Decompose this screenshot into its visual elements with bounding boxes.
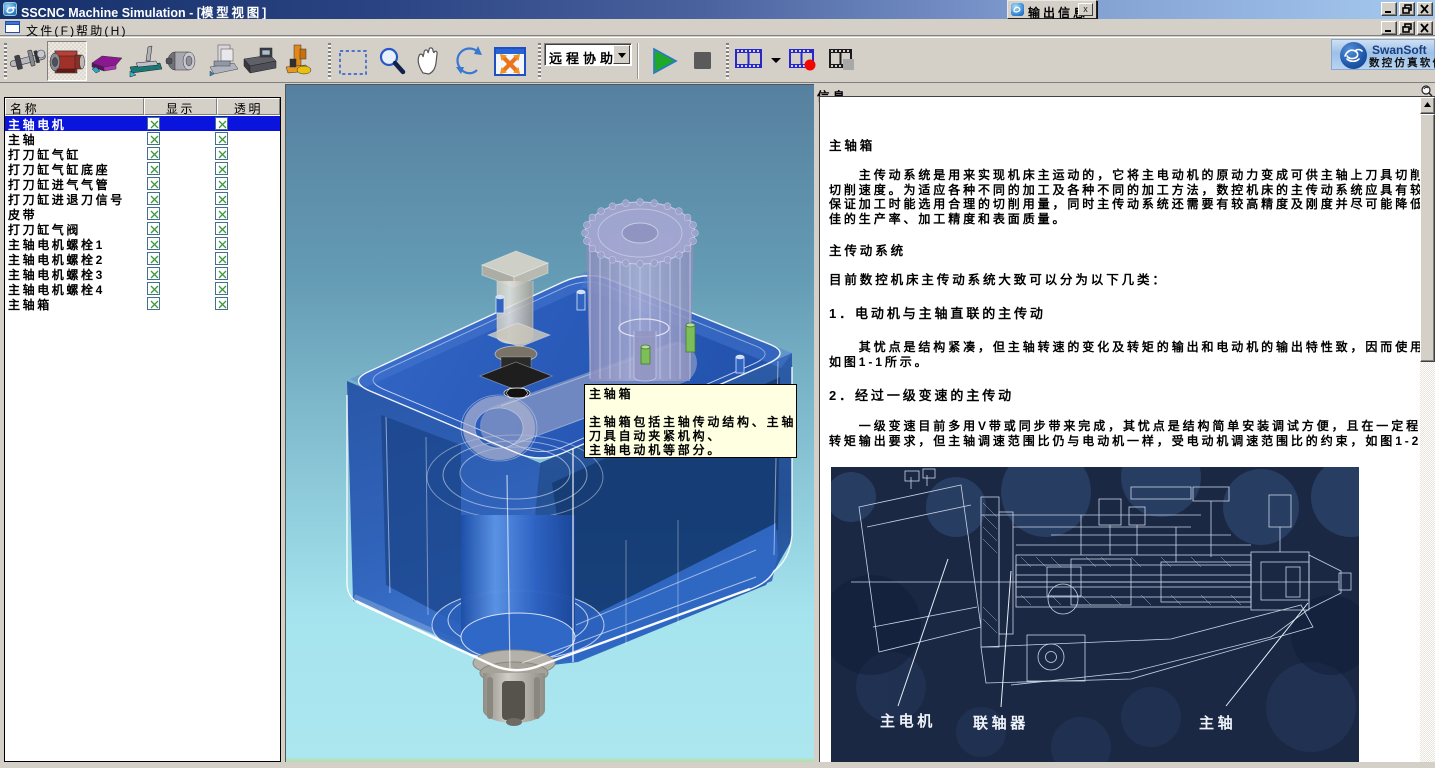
svg-text:联轴器: 联轴器	[973, 714, 1029, 732]
svg-text:主电机: 主电机	[880, 712, 936, 730]
svg-text:主轴: 主轴	[1199, 714, 1236, 732]
